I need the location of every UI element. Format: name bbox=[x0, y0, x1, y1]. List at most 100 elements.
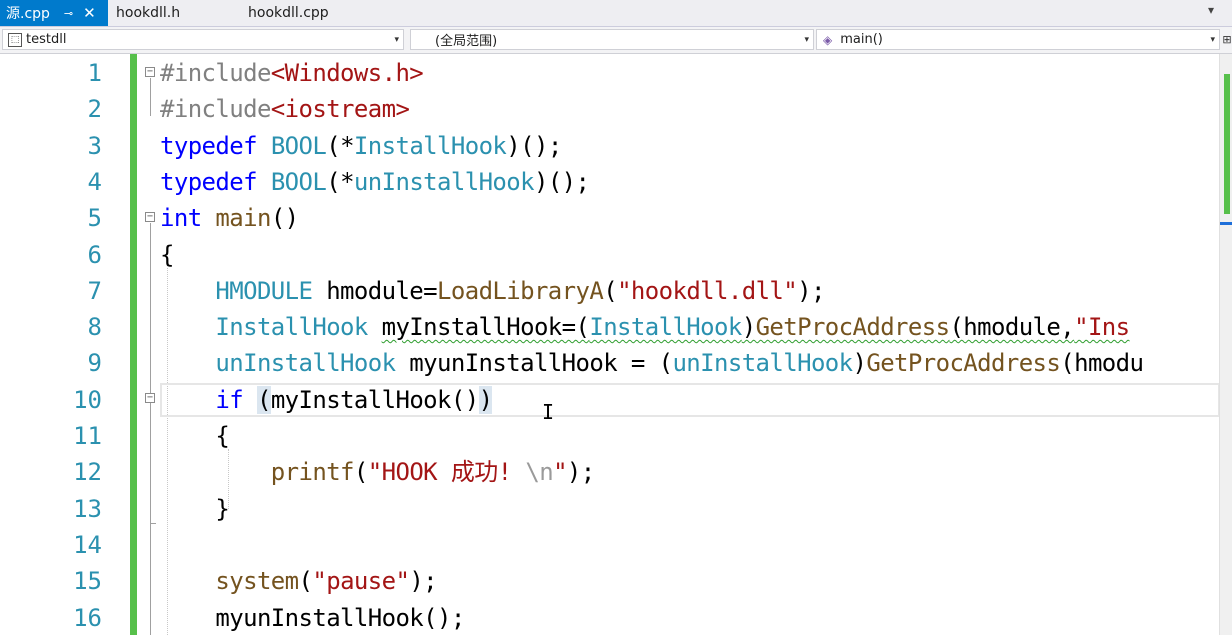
code-token: ); bbox=[797, 276, 825, 305]
line-number: 1 bbox=[87, 59, 102, 87]
outline-end bbox=[150, 523, 156, 524]
code-token: typedef bbox=[160, 131, 258, 160]
code-token: myInstallHook() bbox=[270, 385, 479, 414]
code-token: #include bbox=[160, 59, 271, 87]
code-token: ) bbox=[478, 385, 493, 414]
code-line[interactable]: typedef BOOL(*InstallHook)(); bbox=[160, 128, 562, 164]
code-token: InstallHook bbox=[353, 131, 507, 160]
tab-list-dropdown-icon[interactable]: ▾ bbox=[1208, 3, 1214, 17]
tab-label: hookdll.h bbox=[116, 5, 181, 21]
pin-icon[interactable]: ⊸ bbox=[64, 7, 73, 20]
code-token: <Windows.h> bbox=[270, 59, 424, 87]
code-line[interactable]: #include<Windows.h> bbox=[160, 55, 424, 91]
code-token: )(); bbox=[533, 167, 590, 196]
caret-position-marker bbox=[1220, 222, 1232, 225]
code-line[interactable]: if (myInstallHook()) bbox=[160, 382, 493, 418]
tab-label: 源.cpp bbox=[6, 6, 50, 22]
outline-line bbox=[150, 404, 151, 524]
vertical-scrollbar[interactable] bbox=[1219, 54, 1232, 635]
line-number: 9 bbox=[87, 349, 102, 378]
code-token: BOOL bbox=[270, 131, 327, 160]
code-line[interactable]: printf("HOOK 成功! \n"); bbox=[160, 454, 595, 490]
code-token: main bbox=[215, 204, 271, 233]
change-tracking-bar bbox=[130, 54, 137, 635]
code-token: (* bbox=[326, 167, 354, 196]
line-number: 7 bbox=[87, 276, 102, 305]
scope-dropdown[interactable]: (全局范围) ▾ bbox=[410, 29, 814, 50]
collapse-icon[interactable]: − bbox=[145, 393, 155, 403]
code-area[interactable]: #include<Windows.h> #include<iostream> typ… bbox=[160, 54, 1218, 635]
close-icon[interactable]: ✕ bbox=[83, 4, 96, 22]
scope-name: (全局范围) bbox=[435, 34, 498, 49]
code-token: ( bbox=[256, 385, 271, 414]
code-line[interactable]: HMODULE hmodule=LoadLibraryA("hookdll.dl… bbox=[160, 273, 825, 309]
code-token: { bbox=[160, 240, 174, 269]
project-name: testdll bbox=[26, 32, 67, 47]
code-token: typedef bbox=[160, 167, 258, 196]
code-token: unInstallHook bbox=[672, 349, 853, 378]
code-line[interactable]: myunInstallHook(); bbox=[160, 600, 465, 635]
line-number: 13 bbox=[73, 494, 102, 523]
collapse-icon[interactable]: − bbox=[145, 67, 155, 77]
code-token: InstallHook bbox=[215, 313, 368, 342]
code-line[interactable]: { bbox=[160, 237, 174, 273]
tab-hookdll-h[interactable]: hookdll.h bbox=[110, 0, 230, 26]
code-token: GetProcAddress bbox=[755, 313, 950, 342]
tab-hookdll-cpp[interactable]: hookdll.cpp bbox=[242, 0, 372, 26]
code-token: " bbox=[553, 458, 567, 487]
project-dropdown[interactable]: ⬚ testdll ▾ bbox=[2, 29, 404, 50]
code-token: ); bbox=[566, 458, 595, 487]
tab-source-cpp[interactable]: 源.cpp ⊸ ✕ bbox=[0, 0, 108, 26]
code-token: unInstallHook bbox=[215, 349, 396, 378]
code-token: unInstallHook bbox=[353, 167, 535, 196]
code-line[interactable]: } bbox=[160, 491, 229, 527]
code-line[interactable]: { bbox=[160, 418, 229, 454]
code-token: #include bbox=[160, 95, 271, 124]
code-token: InstallHook bbox=[589, 313, 742, 342]
collapse-icon[interactable]: − bbox=[145, 212, 155, 222]
member-dropdown[interactable]: ◈ main() ▾ bbox=[816, 29, 1220, 50]
code-token: { bbox=[160, 422, 230, 450]
outline-line bbox=[150, 78, 151, 116]
code-line[interactable]: #include<iostream> bbox=[160, 91, 410, 127]
line-number: 14 bbox=[73, 530, 102, 559]
code-token: int bbox=[160, 204, 202, 233]
code-line[interactable]: typedef BOOL(*unInstallHook)(); bbox=[160, 164, 590, 200]
project-icon: ⬚ bbox=[8, 32, 22, 47]
line-number: 10 bbox=[73, 385, 102, 414]
code-token: printf bbox=[270, 458, 355, 487]
code-token: myunInstallHook = ( bbox=[395, 349, 673, 378]
code-token: myunInstallHook(); bbox=[215, 603, 465, 632]
line-number: 3 bbox=[87, 131, 102, 160]
code-line[interactable]: unInstallHook myunInstallHook = (unInsta… bbox=[160, 345, 1144, 381]
code-token: ); bbox=[409, 567, 438, 596]
code-token: (* bbox=[326, 131, 354, 160]
code-token: )(); bbox=[506, 131, 562, 160]
code-token: "Ins bbox=[1074, 313, 1130, 342]
code-token: LoadLibraryA bbox=[437, 276, 604, 305]
code-token: if bbox=[215, 385, 244, 414]
code-token: \n bbox=[525, 458, 554, 487]
code-line[interactable]: InstallHook myInstallHook=(InstallHook)G… bbox=[160, 309, 1130, 345]
line-number: 12 bbox=[73, 458, 102, 487]
code-token: GetProcAddress bbox=[866, 349, 1061, 378]
code-line[interactable]: int main() bbox=[160, 200, 299, 236]
code-editor[interactable]: 1 2 3 4 5 6 7 8 9 10 11 12 13 14 15 16 − − − #include<W… bbox=[0, 54, 1232, 635]
code-token: (hmodu bbox=[1060, 349, 1144, 378]
code-line[interactable]: system("pause"); bbox=[160, 563, 437, 599]
code-token: hmodule= bbox=[312, 276, 438, 305]
tab-label: hookdll.cpp bbox=[248, 5, 329, 21]
code-token: "pause" bbox=[312, 567, 410, 596]
line-number: 15 bbox=[73, 567, 102, 596]
line-number: 5 bbox=[87, 204, 102, 233]
split-editor-button[interactable]: ⊞ bbox=[1222, 29, 1232, 50]
